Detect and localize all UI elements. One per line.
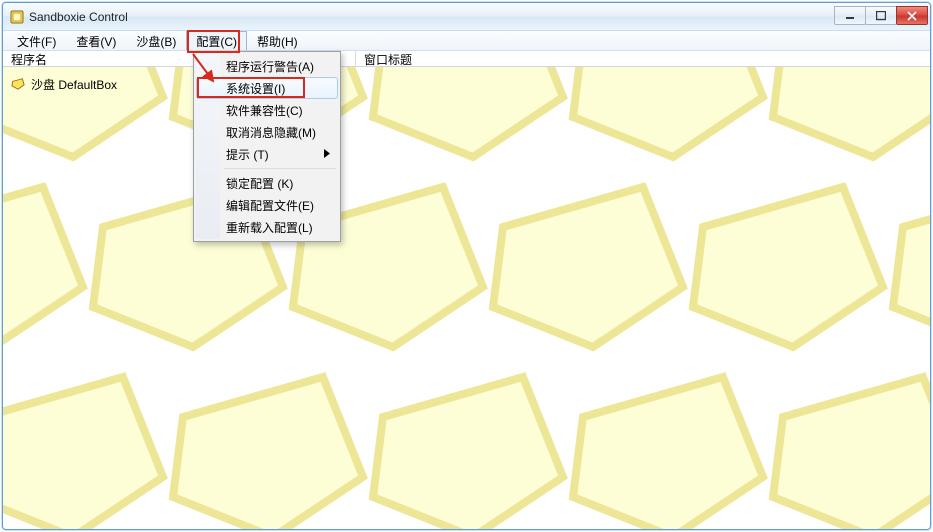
window-controls — [835, 7, 928, 26]
menu-sandbox-label: 沙盘(B) — [136, 33, 176, 50]
menu-config[interactable]: 配置(C) — [186, 31, 247, 50]
menuitem-label: 锁定配置 (K) — [226, 175, 293, 192]
menuitem-label: 取消消息隐藏(M) — [226, 124, 316, 141]
background-pattern — [3, 67, 930, 529]
menu-config-label: 配置(C) — [196, 33, 237, 50]
menuitem-edit-config[interactable]: 编辑配置文件(E) — [196, 194, 338, 216]
column-header-title[interactable]: 窗口标题 — [356, 51, 420, 66]
menu-file-label: 文件(F) — [17, 33, 56, 50]
sandbox-icon — [11, 77, 25, 91]
menuitem-reload-config[interactable]: 重新载入配置(L) — [196, 216, 338, 238]
app-window: Sandboxie Control 文件(F) 查看(V) 沙盘(B) 配置(C… — [2, 2, 931, 530]
menu-sandbox[interactable]: 沙盘(B) — [126, 31, 186, 50]
close-button[interactable] — [896, 6, 928, 25]
menuitem-label: 系统设置(I) — [226, 80, 285, 97]
menuitem-software-compat[interactable]: 软件兼容性(C) — [196, 99, 338, 121]
menubar: 文件(F) 查看(V) 沙盘(B) 配置(C) 帮助(H) — [3, 31, 930, 51]
tree-row-defaultbox[interactable]: 沙盘 DefaultBox — [11, 75, 183, 93]
menuitem-label: 重新载入配置(L) — [226, 219, 313, 236]
menu-file[interactable]: 文件(F) — [7, 31, 66, 50]
menuitem-system-settings[interactable]: 系统设置(I) — [196, 77, 338, 99]
config-dropdown: 程序运行警告(A) 系统设置(I) 软件兼容性(C) 取消消息隐藏(M) 提示 … — [193, 51, 341, 242]
minimize-button[interactable] — [834, 6, 866, 25]
chevron-right-icon — [324, 147, 330, 161]
list-header: 程序名 窗口标题 — [3, 51, 930, 67]
menuitem-label: 程序运行警告(A) — [226, 58, 314, 75]
program-tree: 沙盘 DefaultBox — [3, 67, 183, 93]
client-area: 沙盘 DefaultBox — [3, 67, 930, 529]
menuitem-label: 软件兼容性(C) — [226, 102, 303, 119]
app-icon — [9, 9, 25, 25]
menuitem-program-alerts[interactable]: 程序运行警告(A) — [196, 55, 338, 77]
tree-row-label: 沙盘 DefaultBox — [31, 76, 117, 93]
column-header-name[interactable]: 程序名 — [3, 51, 55, 66]
menuitem-hide-messages[interactable]: 取消消息隐藏(M) — [196, 121, 338, 143]
menuitem-label: 编辑配置文件(E) — [226, 197, 314, 214]
menu-help[interactable]: 帮助(H) — [247, 31, 308, 50]
menu-view-label: 查看(V) — [76, 33, 116, 50]
window-title: Sandboxie Control — [29, 9, 835, 24]
maximize-button[interactable] — [865, 6, 897, 25]
dropdown-separator — [224, 168, 336, 169]
titlebar: Sandboxie Control — [3, 3, 930, 31]
menu-help-label: 帮助(H) — [257, 33, 298, 50]
menu-view[interactable]: 查看(V) — [66, 31, 126, 50]
menuitem-label: 提示 (T) — [226, 146, 269, 163]
menuitem-lock-config[interactable]: 锁定配置 (K) — [196, 172, 338, 194]
menuitem-hints[interactable]: 提示 (T) — [196, 143, 338, 165]
